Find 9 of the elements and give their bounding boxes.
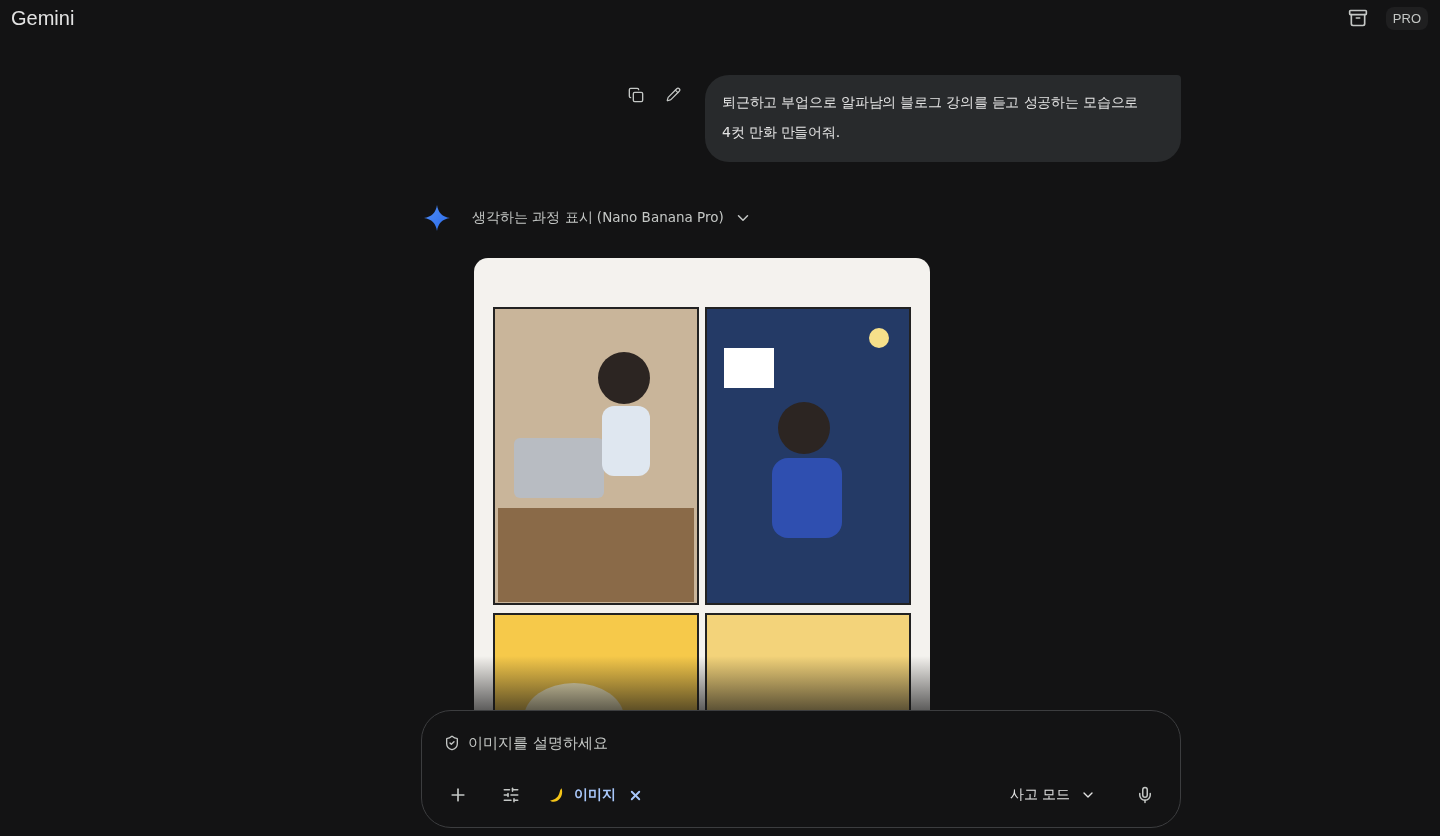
prompt-field[interactable]: 이미지를 설명하세요 xyxy=(466,733,866,753)
mode-selector[interactable]: 사고 모드 xyxy=(1003,785,1102,805)
image-tool-chip[interactable]: 이미지 xyxy=(574,786,616,804)
app-title: Gemini xyxy=(11,6,75,30)
plan-badge[interactable]: PRO xyxy=(1385,6,1428,30)
shield-icon xyxy=(444,735,460,751)
sparkle-icon xyxy=(424,205,450,231)
show-thinking-toggle[interactable]: 생각하는 과정 표시 (Nano Banana Pro) xyxy=(472,209,752,227)
user-message: 퇴근하고 부업으로 알파남의 블로그 강의를 듣고 성공하는 모습으로 4컷 만화 만들어줘. xyxy=(705,75,1181,162)
